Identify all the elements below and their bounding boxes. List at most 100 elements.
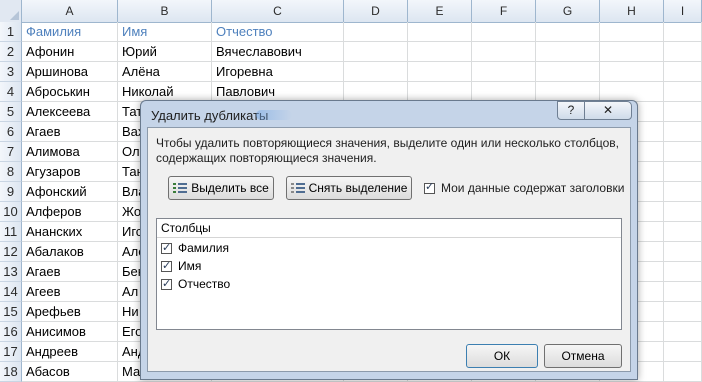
empty-cell[interactable] [536, 22, 600, 42]
row-header[interactable]: 7 [0, 142, 22, 162]
empty-cell[interactable] [536, 42, 600, 62]
cell-a[interactable]: Агаев [22, 262, 118, 282]
ok-button[interactable]: ОК [466, 344, 538, 368]
row-header[interactable]: 4 [0, 82, 22, 102]
column-checkbox-familiya[interactable] [161, 240, 172, 256]
columns-listbox[interactable]: Столбцы Фамилия Имя Отчество [156, 218, 622, 330]
empty-cell[interactable] [664, 122, 702, 142]
empty-cell[interactable] [664, 162, 702, 182]
column-header-h[interactable]: H [600, 0, 664, 22]
cell-c[interactable]: Павлович [212, 82, 344, 102]
column-header-d[interactable]: D [344, 0, 408, 22]
empty-cell[interactable] [600, 42, 664, 62]
empty-cell[interactable] [344, 22, 408, 42]
cell-b[interactable]: Юрий [118, 42, 212, 62]
row-header[interactable]: 3 [0, 62, 22, 82]
empty-cell[interactable] [344, 82, 408, 102]
empty-cell[interactable] [664, 322, 702, 342]
column-header-g[interactable]: G [536, 0, 600, 22]
row-header[interactable]: 15 [0, 302, 22, 322]
row-header[interactable]: 2 [0, 42, 22, 62]
column-header-f[interactable]: F [472, 0, 536, 22]
column-header-b[interactable]: B [118, 0, 212, 22]
row-header[interactable]: 16 [0, 322, 22, 342]
cell-b[interactable]: Николай [118, 82, 212, 102]
cell-a[interactable]: Андреев [22, 342, 118, 362]
empty-cell[interactable] [664, 202, 702, 222]
empty-cell[interactable] [664, 282, 702, 302]
unselect-all-button[interactable]: Снять выделение [286, 176, 412, 200]
empty-cell[interactable] [472, 82, 536, 102]
empty-cell[interactable] [472, 42, 536, 62]
empty-cell[interactable] [600, 82, 664, 102]
empty-cell[interactable] [664, 302, 702, 322]
cell-a[interactable]: Абалаков [22, 242, 118, 262]
row-header[interactable]: 10 [0, 202, 22, 222]
row-header[interactable]: 5 [0, 102, 22, 122]
row-header[interactable]: 17 [0, 342, 22, 362]
column-header-i[interactable]: I [664, 0, 702, 22]
row-header[interactable]: 11 [0, 222, 22, 242]
empty-cell[interactable] [664, 82, 702, 102]
headers-checkbox[interactable] [424, 180, 435, 194]
cell-b[interactable]: Алёна [118, 62, 212, 82]
close-button[interactable]: ✕ [584, 101, 632, 120]
cell-a[interactable]: Фамилия [22, 22, 118, 42]
empty-cell[interactable] [664, 62, 702, 82]
column-checkbox-imya[interactable] [161, 258, 172, 274]
cell-a[interactable]: Алексеева [22, 102, 118, 122]
cell-c[interactable]: Вячеславович [212, 42, 344, 62]
column-item-otchestvo[interactable]: Отчество [161, 276, 230, 292]
empty-cell[interactable] [664, 262, 702, 282]
empty-cell[interactable] [408, 42, 472, 62]
row-header[interactable]: 18 [0, 362, 22, 382]
empty-cell[interactable] [408, 82, 472, 102]
cell-a[interactable]: Аршинова [22, 62, 118, 82]
empty-cell[interactable] [664, 142, 702, 162]
empty-cell[interactable] [344, 42, 408, 62]
cell-a[interactable]: Арефьев [22, 302, 118, 322]
row-header[interactable]: 12 [0, 242, 22, 262]
row-header[interactable]: 8 [0, 162, 22, 182]
empty-cell[interactable] [408, 22, 472, 42]
column-item-familiya[interactable]: Фамилия [161, 240, 229, 256]
empty-cell[interactable] [472, 22, 536, 42]
headers-checkbox-row[interactable]: Мои данные содержат заголовки [424, 176, 624, 200]
select-all-button[interactable]: Выделить все [168, 176, 274, 200]
cell-a[interactable]: Анисимов [22, 322, 118, 342]
row-header[interactable]: 13 [0, 262, 22, 282]
cancel-button[interactable]: Отмена [544, 344, 622, 368]
empty-cell[interactable] [600, 22, 664, 42]
cell-a[interactable]: Агеев [22, 282, 118, 302]
row-header[interactable]: 1 [0, 22, 22, 42]
empty-cell[interactable] [664, 362, 702, 382]
empty-cell[interactable] [536, 82, 600, 102]
cell-c[interactable]: Отчество [212, 22, 344, 42]
cell-a[interactable]: Алферов [22, 202, 118, 222]
cell-b[interactable]: Имя [118, 22, 212, 42]
help-button[interactable]: ? [557, 101, 585, 120]
empty-cell[interactable] [408, 62, 472, 82]
row-header[interactable]: 9 [0, 182, 22, 202]
cell-a[interactable]: Афонин [22, 42, 118, 62]
cell-a[interactable]: Агузаров [22, 162, 118, 182]
empty-cell[interactable] [664, 182, 702, 202]
row-header[interactable]: 6 [0, 122, 22, 142]
empty-cell[interactable] [600, 62, 664, 82]
cell-a[interactable]: Аброськин [22, 82, 118, 102]
column-checkbox-otchestvo[interactable] [161, 276, 172, 292]
empty-cell[interactable] [664, 242, 702, 262]
empty-cell[interactable] [664, 22, 702, 42]
empty-cell[interactable] [664, 102, 702, 122]
column-item-imya[interactable]: Имя [161, 258, 201, 274]
empty-cell[interactable] [664, 342, 702, 362]
column-header-a[interactable]: A [22, 0, 118, 22]
column-header-c[interactable]: C [212, 0, 344, 22]
empty-cell[interactable] [664, 42, 702, 62]
cell-a[interactable]: Алимова [22, 142, 118, 162]
empty-cell[interactable] [344, 62, 408, 82]
empty-cell[interactable] [664, 222, 702, 242]
empty-cell[interactable] [472, 62, 536, 82]
column-header-e[interactable]: E [408, 0, 472, 22]
cell-a[interactable]: Афонский [22, 182, 118, 202]
